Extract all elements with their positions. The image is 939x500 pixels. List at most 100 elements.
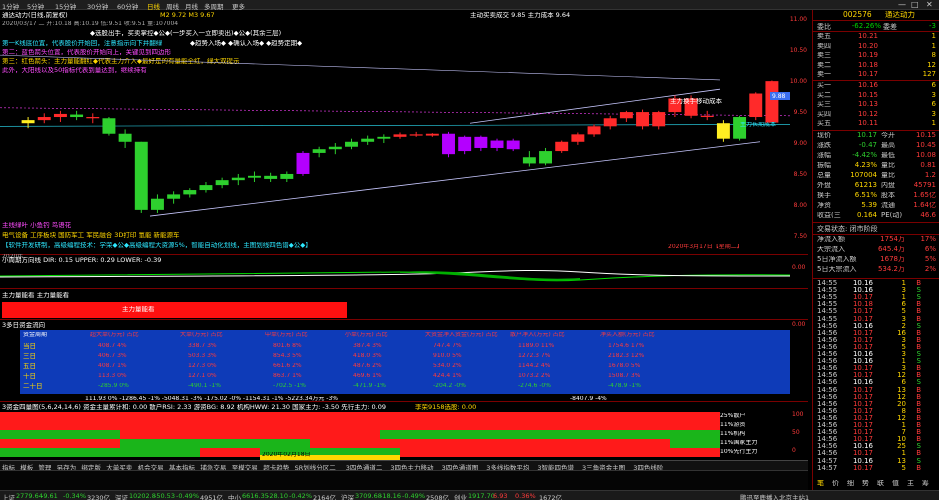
close-icon[interactable]: ✕: [926, 0, 933, 9]
tick-row: 10.17: [852, 422, 873, 429]
tick-row: 14:57: [817, 457, 838, 465]
sell-order-row: 卖五: [817, 33, 831, 40]
sell-order-row: 10.19: [857, 52, 878, 59]
candle-body: [490, 140, 504, 148]
candle-body: [474, 136, 488, 148]
tick-row: 10.16: [852, 443, 873, 451]
main-cost-annotation: 主力换手移动成本: [670, 98, 722, 105]
tick-row: 3: [901, 365, 906, 373]
index-chg: 6.93: [493, 492, 508, 500]
tick-row: 10.17: [852, 429, 873, 437]
connection-status: 鹏迅至鹿播入北京主站1: [740, 494, 810, 500]
tick-row: 10.17: [852, 400, 873, 408]
tick-row: 14:56: [817, 329, 838, 337]
fund-table-cell: 1678.0 5%: [608, 363, 641, 369]
candle-body: [587, 126, 601, 135]
index-vol: 3230亿: [87, 494, 111, 500]
quote-stat-row: -0.47: [858, 142, 877, 149]
tick-row: 10.16: [852, 379, 873, 387]
fund-table-cell: 863.7 1%: [273, 373, 302, 379]
flow-stat-row: 1678万: [880, 256, 905, 263]
fund-row-label: 二十日: [23, 383, 43, 390]
candle-body: [264, 175, 278, 179]
quote-tab[interactable]: 细: [847, 480, 854, 487]
fund-table-cell: 469.6 1%: [353, 373, 382, 379]
tick-row: 10.17: [852, 386, 873, 394]
fund-flow-panel[interactable]: 3多日资金流向 资金周期 超大单(万元) 占比 大单(万元) 占比 中单(万元) 占比…: [0, 321, 808, 402]
tick-row: 5: [901, 308, 906, 316]
quote-tab[interactable]: 值: [892, 480, 899, 487]
index-chg: -9.61: [41, 492, 58, 500]
fund-table-cell: 408.7 4%: [98, 343, 127, 349]
fund-table-cell: 1189.0 11%: [518, 343, 555, 349]
candle-body: [199, 185, 213, 191]
minimize-icon[interactable]: —: [898, 0, 906, 9]
sell-order-row: 1: [931, 33, 936, 40]
main-kline-chart[interactable]: 通达动力(日线,前复权) M2 9.72 M3 9.67 主动买卖成交 9.85…: [0, 10, 808, 260]
tick-row: B: [916, 414, 921, 422]
quote-tab[interactable]: 笔: [817, 480, 824, 487]
fund-footer-2: -8407.9 -4%: [570, 396, 607, 402]
fund-table-cell: 2182.3 12%: [608, 353, 645, 359]
direction-indicator-panel[interactable]: 小周期方向线 DIR: 0.15 UPPER: 0.29 LOWER: -0.3…: [0, 256, 808, 289]
flow-legend-hot: 11%游资: [720, 422, 746, 428]
tick-row: B: [916, 422, 921, 429]
tick-row: 20: [897, 400, 906, 408]
candle-body: [506, 140, 520, 150]
sell-order-row: 127: [922, 71, 936, 78]
index-name: 中小: [228, 494, 241, 500]
y-tick: 10.50: [789, 47, 807, 54]
sell-order-row: 10.18: [857, 61, 878, 69]
tick-row: 13: [897, 457, 906, 465]
main-force-power-panel[interactable]: 主力量能看 主力量能看 主力量能看: [0, 290, 808, 320]
tick-row: B: [916, 393, 921, 401]
tick-row: 14:55: [817, 294, 838, 302]
four-capital-panel[interactable]: 3资金四量图(5,6,24,14,6) 资金主量累计和: 0.00 散户RSI:…: [0, 403, 808, 460]
flow-title: 3资金四量图(5,6,24,14,6) 资金主量累计和: 0.00 散户RSI:…: [2, 404, 386, 411]
fund-footer: 111.93 0% -1286.45 -1% -5048.31 -3% -175…: [85, 396, 338, 402]
index-pct: 0.36%: [515, 492, 536, 500]
tick-row: S: [916, 351, 921, 358]
index-val: 1917.70: [468, 492, 495, 500]
fund-table-cell: -490.1 -1%: [188, 383, 221, 389]
tick-row: 14:55: [817, 315, 838, 323]
index-val: 2779.64: [16, 492, 43, 500]
quote-tab[interactable]: 势: [862, 480, 869, 487]
candle-body: [215, 180, 229, 186]
quote-stat-row: 45791: [913, 182, 936, 189]
quote-stat-row: 0.81: [920, 162, 936, 169]
maximize-icon[interactable]: □: [911, 0, 919, 9]
tick-row: B: [916, 429, 921, 437]
quote-tab[interactable]: 主: [907, 480, 914, 487]
quote-tab[interactable]: 筹: [922, 480, 929, 487]
quote-tab[interactable]: 价: [832, 480, 839, 487]
tick-row: 1: [901, 280, 906, 287]
long-trend-line: [0, 54, 721, 81]
tick-row: 10.17: [852, 294, 873, 302]
flow-stat-row: 2%: [924, 266, 936, 273]
tick-row: 14:56: [817, 322, 838, 330]
fund-table-header: 大资金净入资金(万元) 占比: [425, 332, 498, 338]
trade-status: 交易状态: 闭市阶段: [817, 225, 878, 233]
candle-body: [700, 115, 714, 118]
sell-order-row: 卖四: [817, 42, 831, 50]
index-vol: 4951亿: [200, 494, 224, 500]
candle-body: [361, 138, 375, 142]
quote-stat-row: 量比: [881, 162, 895, 169]
tick-row: 10.17: [852, 393, 873, 401]
tick-row: 14:57: [817, 464, 838, 472]
index-vol: 1672亿: [539, 494, 563, 500]
tick-row: 10.17: [852, 329, 873, 337]
quote-tab[interactable]: 联: [877, 480, 884, 487]
candle-body: [37, 117, 51, 121]
candle-body: [442, 133, 455, 155]
fund-table-cell: -204.2 -0%: [433, 383, 466, 389]
fund-y-tick: 0.00: [792, 321, 806, 328]
candle-body: [231, 177, 245, 181]
buy-order-row: 10.13: [857, 101, 878, 108]
sell-order-row: 8: [931, 52, 936, 59]
fund-table-header: 净买入额(万元) 占比: [600, 332, 655, 338]
quote-stat-row: 10.45: [915, 142, 936, 149]
fund-table-header: 散户净入(万元) 占比: [510, 332, 565, 338]
tick-row: B: [916, 386, 921, 394]
